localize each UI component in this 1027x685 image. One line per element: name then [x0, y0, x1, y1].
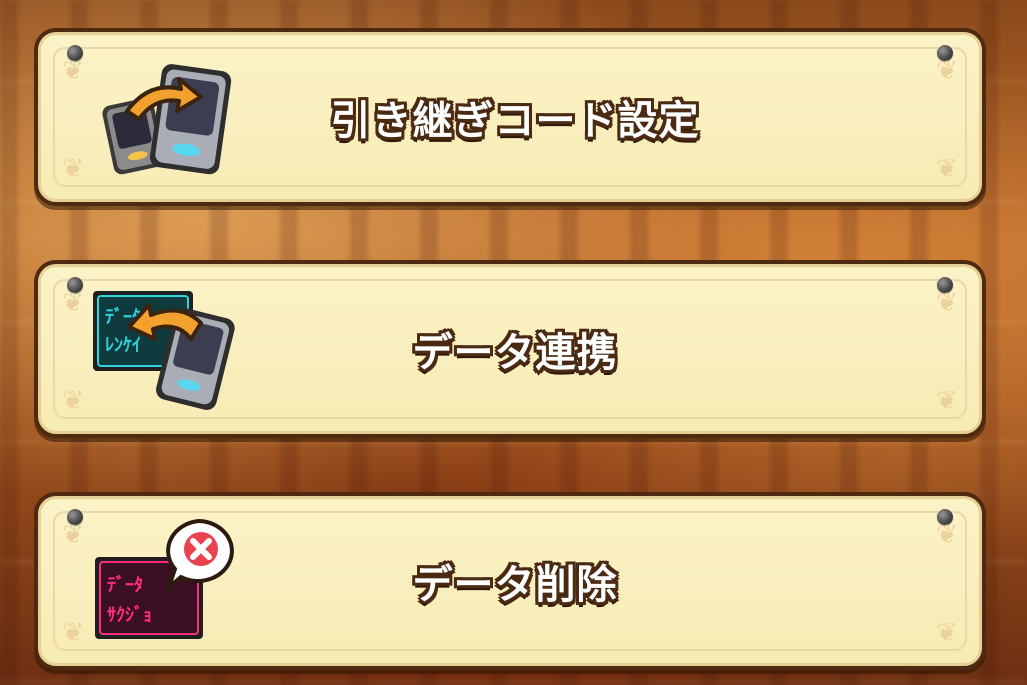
flourish-icon: ❦ [936, 56, 958, 86]
settings-menu: ❦ ❦ ❦ ❦ 引き継ぎコード設定 ❦ ❦ ❦ ❦ ﾃﾞｰﾀ ﾚﾝｹｲ データ連… [0, 0, 1027, 685]
flourish-icon: ❦ [62, 154, 84, 184]
card-panel: ❦ ❦ ❦ ❦ 引き継ぎコード設定 [38, 32, 982, 202]
flourish-icon: ❦ [62, 56, 84, 86]
data-link-button[interactable]: ❦ ❦ ❦ ❦ ﾃﾞｰﾀ ﾚﾝｹｲ データ連携 [34, 260, 986, 438]
flourish-icon: ❦ [62, 288, 84, 318]
delete-card-text-1: ﾃﾞｰﾀ [107, 574, 143, 596]
menu-item-label: データ連携 [412, 330, 618, 376]
delete-card-text-2: ｻｸｼﾞｮ [107, 604, 152, 626]
flourish-icon: ❦ [936, 288, 958, 318]
link-card-text-2: ﾚﾝｹｲ [105, 335, 141, 356]
flourish-icon: ❦ [936, 618, 958, 648]
menu-item-label: データ削除 [412, 562, 618, 608]
flourish-icon: ❦ [936, 386, 958, 416]
data-delete-button[interactable]: ❦ ❦ ❦ ❦ ﾃﾞｰﾀ ｻｸｼﾞｮ データ削除 [34, 492, 986, 670]
menu-item-label: 引き継ぎコード設定 [330, 98, 700, 144]
card-panel: ❦ ❦ ❦ ❦ ﾃﾞｰﾀ ﾚﾝｹｲ データ連携 [38, 264, 982, 434]
flourish-icon: ❦ [62, 618, 84, 648]
flourish-icon: ❦ [62, 520, 84, 550]
flourish-icon: ❦ [936, 520, 958, 550]
transfer-code-icon [102, 64, 232, 175]
flourish-icon: ❦ [62, 386, 84, 416]
card-panel: ❦ ❦ ❦ ❦ ﾃﾞｰﾀ ｻｸｼﾞｮ データ削除 [38, 496, 982, 666]
data-delete-icon: ﾃﾞｰﾀ ｻｸｼﾞｮ [95, 518, 234, 639]
flourish-icon: ❦ [936, 154, 958, 184]
transfer-code-setting-button[interactable]: ❦ ❦ ❦ ❦ 引き継ぎコード設定 [34, 28, 986, 206]
data-link-icon: ﾃﾞｰﾀ ﾚﾝｹｲ [93, 291, 235, 410]
